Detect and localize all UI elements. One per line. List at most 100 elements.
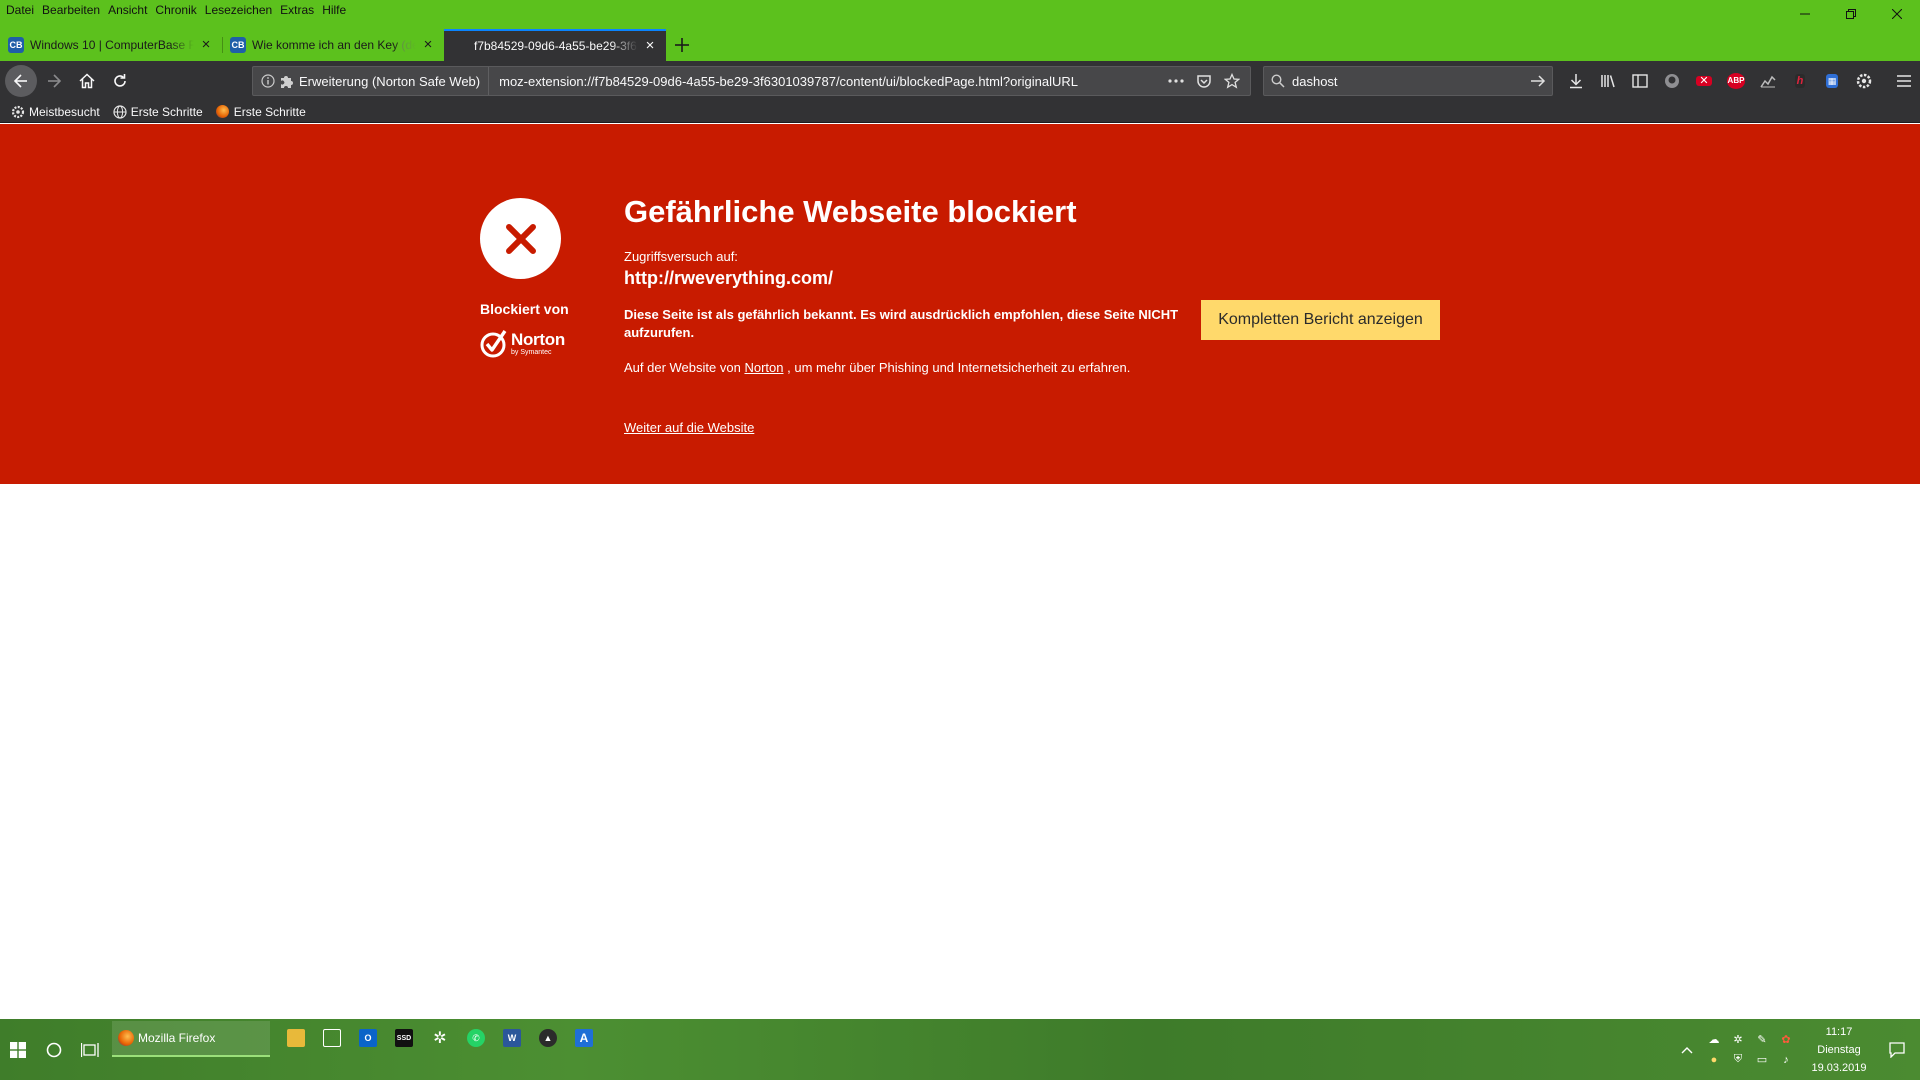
task-view-button[interactable] bbox=[72, 1032, 108, 1068]
tab-computerbase[interactable]: CB Windows 10 | ComputerBase Fo × bbox=[0, 29, 222, 61]
tray-red-icon[interactable]: ✿ bbox=[1774, 1030, 1798, 1050]
taskbar-pinned-apps: O SSD ✲ ✆ W ▲ A bbox=[278, 1024, 602, 1052]
tab-title-fade: (de bbox=[401, 38, 416, 52]
bookmark-star-icon[interactable] bbox=[1218, 68, 1246, 94]
pocket-icon[interactable] bbox=[1190, 68, 1218, 94]
tab-close-icon[interactable]: × bbox=[198, 37, 214, 53]
sidebar-button[interactable] bbox=[1624, 65, 1656, 97]
bookmark-meistbesucht[interactable]: Meistbesucht bbox=[10, 104, 100, 120]
onedrive-icon[interactable]: ☁ bbox=[1702, 1030, 1726, 1050]
taskbar-ssd-tool[interactable]: SSD bbox=[386, 1024, 422, 1052]
library-button[interactable] bbox=[1592, 65, 1624, 97]
bookmarks-toolbar: Meistbesucht Erste Schritte Erste Schrit… bbox=[0, 101, 1920, 123]
menu-extras[interactable]: Extras bbox=[278, 0, 320, 20]
notification-icon bbox=[1889, 1041, 1905, 1058]
restore-button[interactable] bbox=[1828, 0, 1874, 28]
pen-icon[interactable]: ✎ bbox=[1750, 1030, 1774, 1050]
action-center-button[interactable] bbox=[1874, 1041, 1920, 1058]
full-report-button[interactable]: Kompletten Bericht anzeigen bbox=[1201, 300, 1440, 340]
bookmark-erste-schritte-1[interactable]: Erste Schritte bbox=[112, 104, 203, 120]
back-button[interactable] bbox=[5, 65, 37, 97]
close-window-button[interactable] bbox=[1874, 0, 1920, 28]
plus-icon bbox=[675, 38, 689, 52]
menu-bearbeiten[interactable]: Bearbeiten bbox=[40, 0, 106, 20]
forward-button[interactable] bbox=[38, 65, 70, 97]
search-go-icon[interactable] bbox=[1524, 73, 1552, 89]
puzzle-extension-icon bbox=[279, 73, 295, 89]
restore-icon bbox=[1846, 9, 1856, 19]
graph-extension-icon bbox=[1760, 75, 1776, 88]
h-extension-icon: h bbox=[1794, 74, 1806, 88]
taskbar-store[interactable] bbox=[314, 1024, 350, 1052]
github-extension-button[interactable] bbox=[1656, 65, 1688, 97]
title-bar: Datei Bearbeiten Ansicht Chronik Lesezei… bbox=[0, 0, 1920, 29]
taskbar-firefox[interactable]: Mozilla Firefox bbox=[112, 1021, 270, 1057]
continue-to-website-link[interactable]: Weiter auf die Website bbox=[624, 420, 754, 435]
taskbar-whatsapp[interactable]: ✆ bbox=[458, 1024, 494, 1052]
hamburger-menu-icon bbox=[1897, 75, 1911, 87]
taskbar-word[interactable]: W bbox=[494, 1024, 530, 1052]
noscript-extension-button[interactable]: ✕ bbox=[1688, 65, 1720, 97]
firefox-icon bbox=[118, 1030, 134, 1046]
reload-button[interactable] bbox=[104, 65, 136, 97]
site-identity[interactable]: Erweiterung (Norton Safe Web) bbox=[253, 67, 490, 95]
folder-icon bbox=[287, 1029, 305, 1047]
network-icon[interactable]: ▭ bbox=[1750, 1050, 1774, 1070]
bookmark-label: Erste Schritte bbox=[130, 104, 203, 119]
tab-key-question[interactable]: CB Wie komme ich an den Key (de × bbox=[222, 29, 444, 61]
task-view-icon bbox=[81, 1042, 99, 1057]
arrow-left-icon bbox=[13, 74, 27, 88]
norton-link[interactable]: Norton bbox=[744, 360, 783, 375]
arrow-right-icon bbox=[48, 74, 62, 88]
adblock-extension-button[interactable]: ABP bbox=[1720, 65, 1752, 97]
computerbase-favicon-icon: CB bbox=[230, 37, 246, 53]
tab-blocked-page[interactable]: f7b84529-09d6-4a55-be29-3f63 × bbox=[444, 29, 666, 61]
extension-button-graph[interactable] bbox=[1752, 65, 1784, 97]
reload-icon bbox=[114, 74, 126, 87]
extension-button-gear[interactable] bbox=[1848, 65, 1880, 97]
cortana-button[interactable] bbox=[36, 1032, 72, 1068]
grid-extension-icon: ▦ bbox=[1825, 74, 1839, 88]
menu-datei[interactable]: Datei bbox=[4, 0, 40, 20]
tray-icons: ☁ ✲ ✎ ✿ ● ⛨ ▭ ♪ bbox=[1702, 1030, 1798, 1070]
menu-hilfe[interactable]: Hilfe bbox=[320, 0, 352, 20]
taskbar-app-swirl[interactable]: ✲ bbox=[422, 1024, 458, 1052]
bookmark-erste-schritte-2[interactable]: Erste Schritte bbox=[215, 104, 306, 120]
home-icon bbox=[79, 73, 95, 89]
home-button[interactable] bbox=[71, 65, 103, 97]
adblock-icon: ABP bbox=[1726, 73, 1746, 89]
info-prefix: Auf der Website von bbox=[624, 360, 741, 375]
tab-close-icon[interactable]: × bbox=[642, 38, 658, 54]
taskbar-explorer[interactable] bbox=[278, 1024, 314, 1052]
taskbar-app-a[interactable]: A bbox=[566, 1024, 602, 1052]
taskbar-clock[interactable]: 11:17 Dienstag 19.03.2019 bbox=[1804, 1023, 1874, 1077]
volume-icon[interactable]: ♪ bbox=[1774, 1050, 1798, 1070]
menu-ansicht[interactable]: Ansicht bbox=[106, 0, 153, 20]
page-actions-icon[interactable] bbox=[1162, 68, 1190, 94]
url-bar[interactable]: Erweiterung (Norton Safe Web) moz-extens… bbox=[252, 66, 1251, 96]
norton-tray-icon[interactable]: ● bbox=[1702, 1050, 1726, 1070]
info-suffix: , um mehr über Phishing und Internetsich… bbox=[787, 360, 1131, 375]
minimize-button[interactable] bbox=[1782, 0, 1828, 28]
search-input[interactable]: dashost bbox=[1292, 74, 1524, 89]
search-bar[interactable]: dashost bbox=[1263, 66, 1553, 96]
page-content: Blockiert von Norton by Symantec Gefährl… bbox=[0, 124, 1920, 1019]
menu-lesezeichen[interactable]: Lesezeichen bbox=[203, 0, 278, 20]
extension-button-grid[interactable]: ▦ bbox=[1816, 65, 1848, 97]
url-text[interactable]: moz-extension://f7b84529-09d6-4a55-be29-… bbox=[489, 74, 1162, 89]
search-icon bbox=[1264, 74, 1292, 88]
tray-expand-chevron-icon[interactable] bbox=[1672, 1046, 1702, 1054]
computerbase-favicon-icon: CB bbox=[8, 37, 24, 53]
open-menu-button[interactable] bbox=[1888, 65, 1920, 97]
taskbar-app-dark[interactable]: ▲ bbox=[530, 1024, 566, 1052]
defender-shield-icon[interactable]: ⛨ bbox=[1726, 1050, 1750, 1070]
tray-app-icon[interactable]: ✲ bbox=[1726, 1030, 1750, 1050]
new-tab-button[interactable] bbox=[666, 29, 698, 61]
tab-close-icon[interactable]: × bbox=[420, 37, 436, 53]
start-button[interactable] bbox=[0, 1032, 36, 1068]
extension-button-h[interactable]: h bbox=[1784, 65, 1816, 97]
cortana-circle-icon bbox=[46, 1042, 62, 1057]
menu-chronik[interactable]: Chronik bbox=[153, 0, 202, 20]
taskbar-outlook[interactable]: O bbox=[350, 1024, 386, 1052]
downloads-button[interactable] bbox=[1560, 65, 1592, 97]
